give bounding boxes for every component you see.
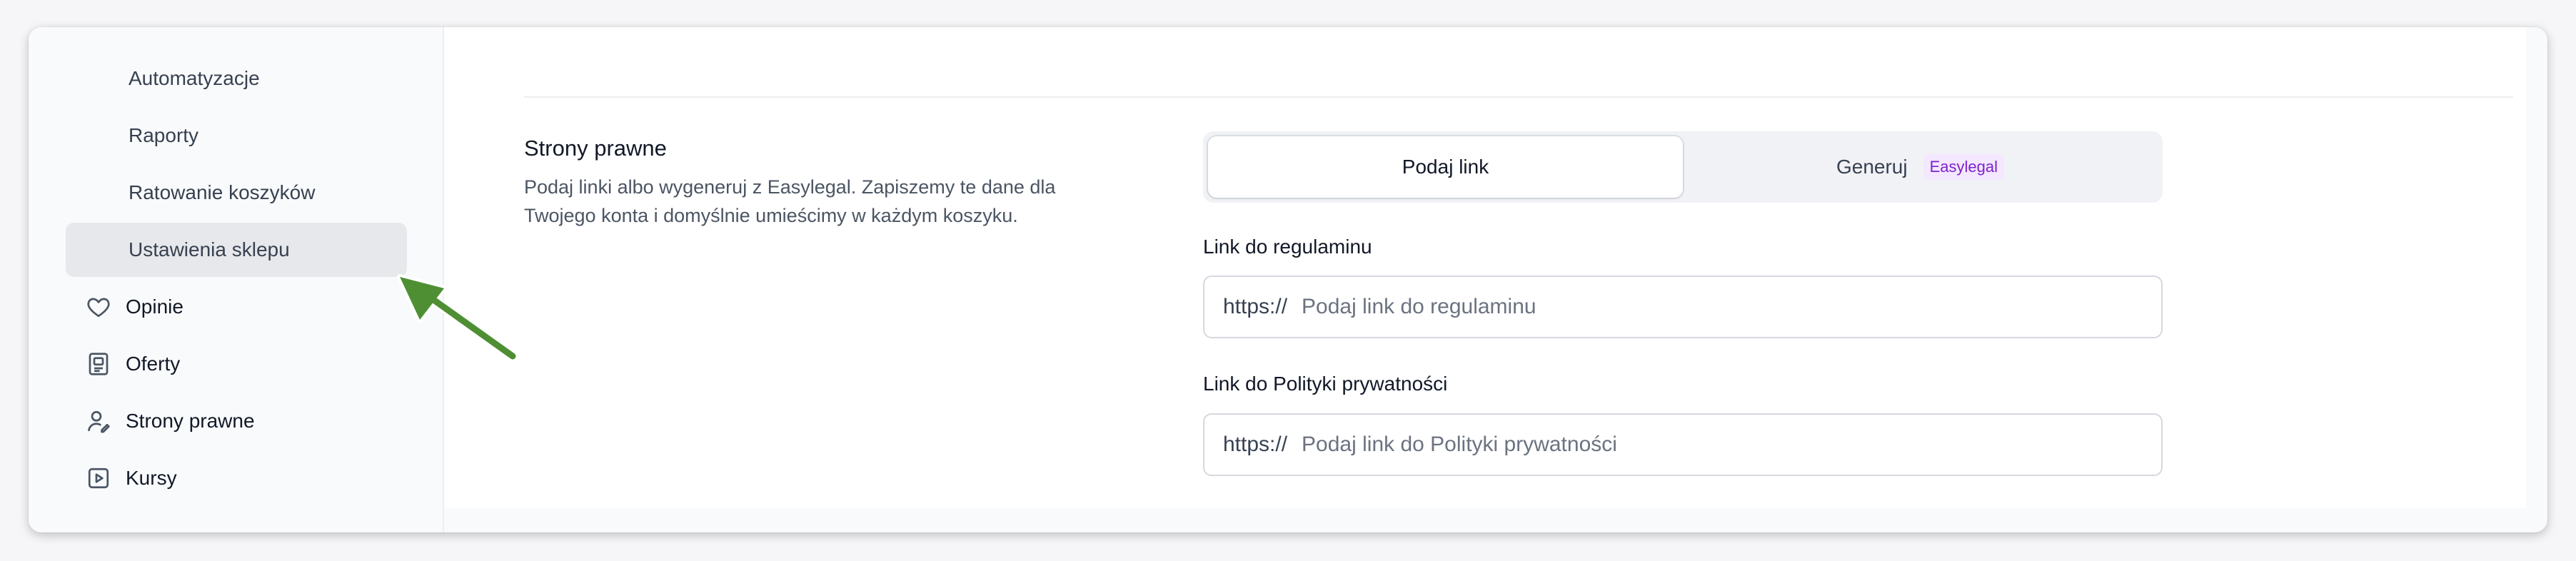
sidebar-item-automatyzacje[interactable]: Automatyzacje	[66, 51, 407, 106]
privacy-link-label: Link do Polityki prywatności	[1203, 373, 1448, 395]
play-square-icon	[84, 464, 113, 492]
section-title: Strony prawne	[524, 136, 667, 161]
terms-link-label: Link do regulaminu	[1203, 236, 1372, 258]
sidebar-item-label: Raporty	[129, 124, 199, 146]
section-divider	[524, 96, 2513, 98]
sidebar-item-ratowanie-koszykow[interactable]: Ratowanie koszyków	[66, 166, 407, 220]
sidebar-item-label: Automatyzacje	[129, 67, 260, 89]
sidebar-item-opinie[interactable]: Opinie	[84, 280, 407, 334]
sidebar: Automatyzacje Raporty Ratowanie koszyków…	[29, 27, 444, 532]
heart-icon	[84, 293, 113, 321]
provide-link-label: Podaj link	[1402, 156, 1489, 178]
link-mode-toggle: Podaj link Generuj Easylegal	[1203, 131, 2163, 203]
generate-label: Generuj	[1836, 156, 1908, 178]
privacy-link-input[interactable]	[1300, 432, 2161, 458]
provide-link-tab[interactable]: Podaj link	[1208, 136, 1683, 198]
annotation-arrow-icon	[397, 274, 518, 362]
sidebar-item-label: Strony prawne	[126, 410, 255, 432]
sidebar-item-oferty[interactable]: Oferty	[84, 337, 407, 391]
main-content: Strony prawne Podaj linki albo wygeneruj…	[444, 27, 2526, 508]
sidebar-item-ustawienia-sklepu[interactable]: Ustawienia sklepu	[66, 223, 407, 277]
terms-url-prefix: https://	[1223, 295, 1288, 318]
privacy-url-prefix: https://	[1223, 433, 1288, 456]
sidebar-item-strony-prawne[interactable]: Strony prawne	[84, 394, 407, 448]
user-pen-icon	[84, 407, 113, 435]
sidebar-item-raporty[interactable]: Raporty	[66, 108, 407, 163]
section-description: Podaj linki albo wygeneruj z Easylegal. …	[524, 176, 1056, 226]
sidebar-item-kursy[interactable]: Kursy	[84, 451, 407, 505]
easylegal-badge: Easylegal	[1923, 154, 2004, 180]
offer-card-icon	[84, 350, 113, 378]
sidebar-item-label: Ratowanie koszyków	[129, 181, 316, 203]
terms-link-input[interactable]	[1300, 294, 2161, 320]
sidebar-item-label: Oferty	[126, 353, 181, 375]
sidebar-item-label: Kursy	[126, 467, 177, 489]
generate-tab[interactable]: Generuj Easylegal	[1683, 136, 2158, 198]
privacy-link-field: https://	[1203, 413, 2163, 476]
sidebar-item-label: Ustawienia sklepu	[129, 238, 290, 261]
terms-link-field: https://	[1203, 276, 2163, 338]
sidebar-item-label: Opinie	[126, 295, 183, 318]
app-window: Automatyzacje Raporty Ratowanie koszyków…	[29, 27, 2547, 532]
